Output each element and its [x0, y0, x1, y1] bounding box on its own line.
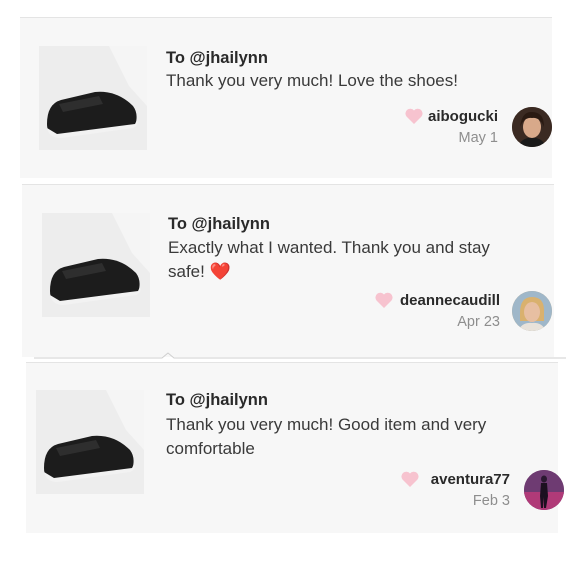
review-message: Thank you very much! Love the shoes! [166, 71, 458, 90]
review-date: May 1 [458, 130, 499, 146]
heart-icon[interactable] [404, 107, 424, 125]
review-card-1: To @jhailynn Thank you very much! Love t… [20, 17, 552, 178]
reviewer-username[interactable]: aventura77 [431, 471, 510, 488]
product-thumbnail[interactable] [36, 390, 144, 494]
avatar[interactable] [524, 470, 564, 510]
avatar[interactable] [512, 107, 552, 147]
recipient-label: To @jhailynn [168, 215, 270, 233]
heart-icon[interactable] [374, 291, 394, 309]
review-message: Thank you very much! Good item and very … [166, 415, 487, 458]
review-date: Feb 3 [472, 493, 510, 509]
review-card-2: To @jhailynn Exactly what I wanted. Than… [22, 184, 554, 357]
review-date: Apr 23 [457, 314, 500, 330]
review-card-3: To @jhailynn Thank you very much! Good i… [26, 362, 564, 533]
avatar[interactable] [512, 291, 552, 331]
recipient-label: To @jhailynn [166, 49, 268, 67]
reviewer-username[interactable]: deannecaudill [400, 292, 500, 309]
recipient-label: To @jhailynn [166, 391, 268, 409]
reviewer-username[interactable]: aibogucki [428, 108, 498, 125]
product-thumbnail[interactable] [39, 46, 147, 150]
heart-icon[interactable] [400, 470, 420, 488]
product-thumbnail[interactable] [42, 213, 150, 317]
review-message: Exactly what I wanted. Thank you and sta… [168, 238, 490, 281]
